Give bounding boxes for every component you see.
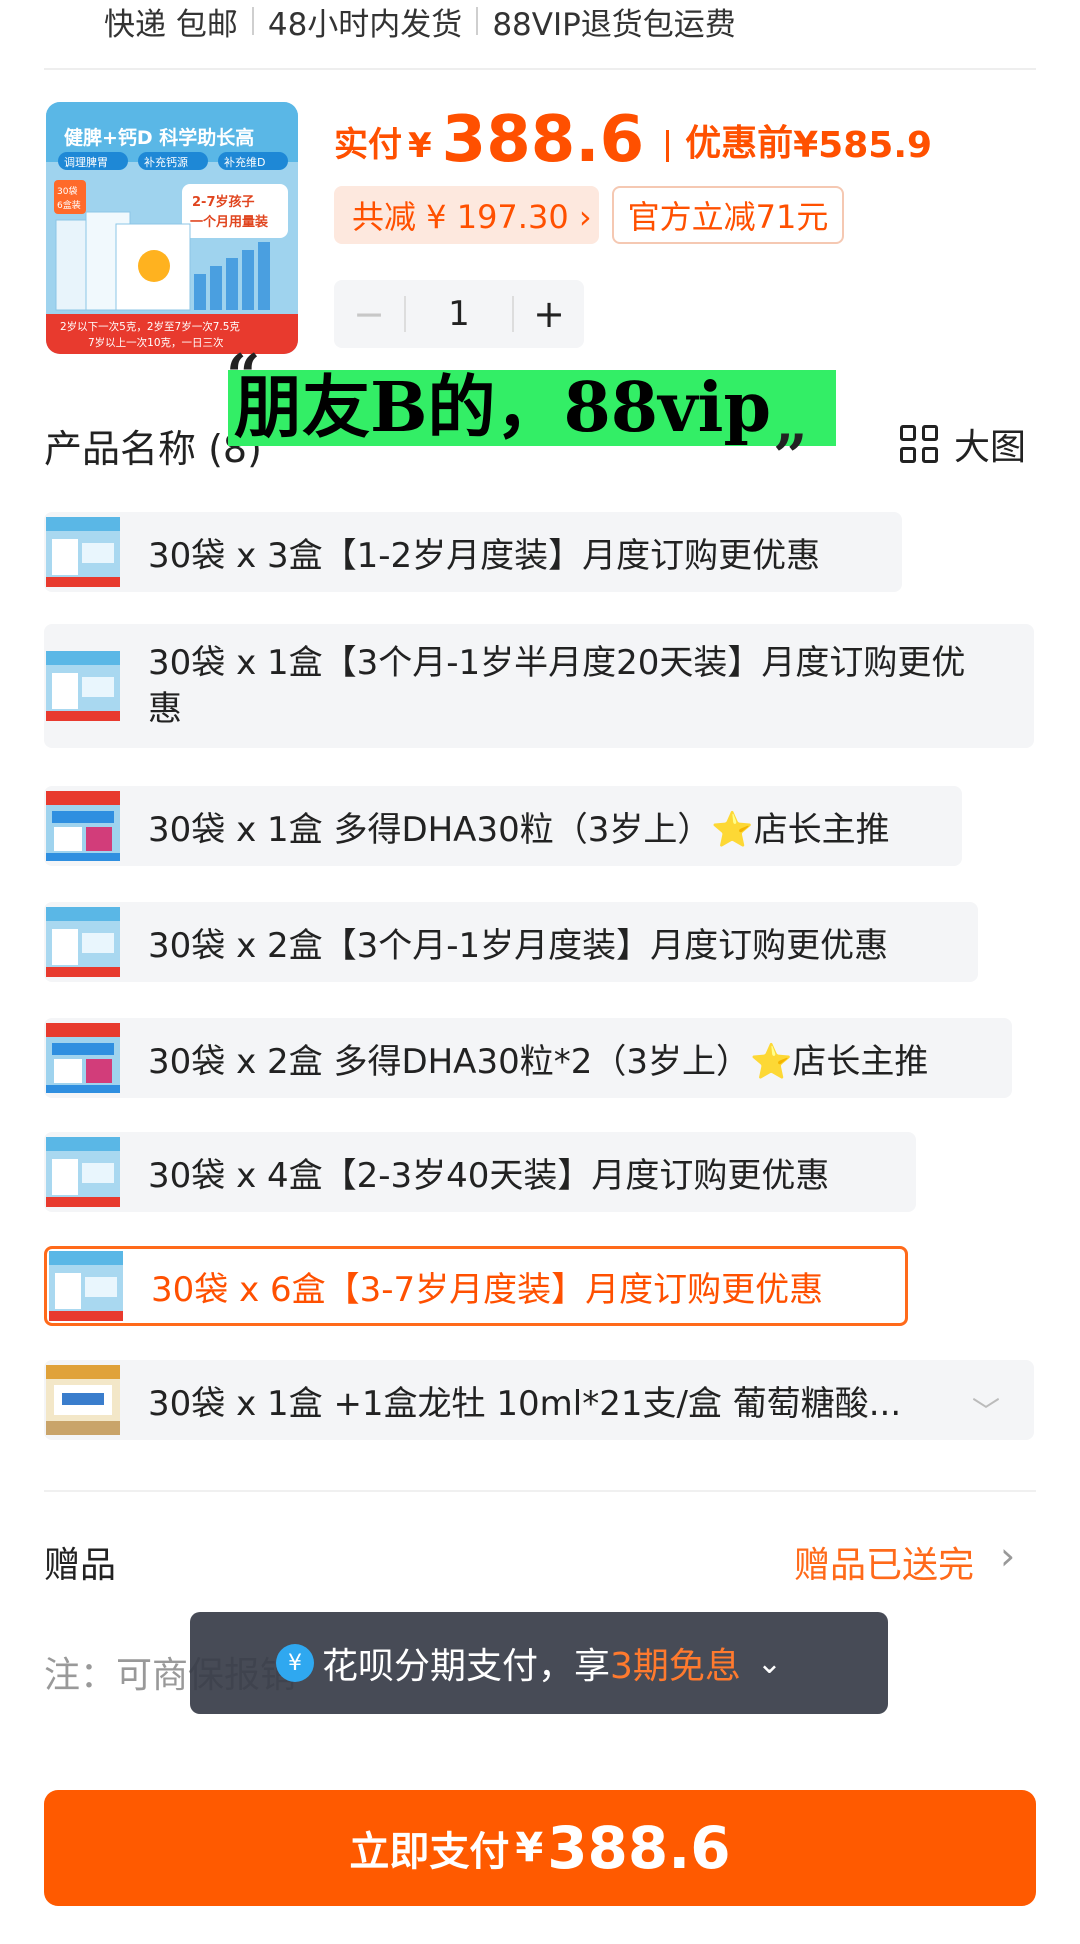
svg-text:一个月用量装: 一个月用量装 <box>190 214 268 230</box>
option-label: 30袋 x 1盒 +1盒龙牡 10ml*21支/盒 葡萄糖酸... <box>148 1383 902 1424</box>
divider <box>44 68 1036 70</box>
decrease-button[interactable]: − <box>334 292 404 336</box>
huabei-toast[interactable]: ¥ 花呗分期支付，享 3期免息 ⌄ <box>190 1612 888 1714</box>
gift-label: 赠品 <box>44 1545 117 1586</box>
pay-label: 立即支付 <box>349 1829 510 1875</box>
star-icon: ⭐ <box>711 809 754 850</box>
toast-highlight: 3期免息 <box>610 1646 741 1687</box>
paid-amount: 388.6 <box>441 103 645 177</box>
option-item[interactable]: 30袋 x 3盒【1-2岁月度装】月度订购更优惠 <box>44 512 902 592</box>
total-discount-tag[interactable]: 共减 ¥ 197.30 › <box>334 186 599 244</box>
option-thumbnail <box>46 907 120 977</box>
svg-text:调理脾胃: 调理脾胃 <box>64 155 108 169</box>
divider <box>476 7 479 35</box>
option-item[interactable]: 30袋 x 4盒【2-3岁40天装】月度订购更优惠 <box>44 1132 916 1212</box>
chevron-down-icon[interactable]: ﹀ <box>972 1390 1000 1430</box>
pay-amount: 388.6 <box>547 1814 731 1882</box>
option-thumbnail <box>46 1023 120 1093</box>
option-label: 30袋 x 1盒 多得DHA30粒（3岁上）⭐店长主推 <box>148 809 890 850</box>
shipping-info: 快递 包邮 48小时内发货 88VIP退货包运费 <box>104 0 736 43</box>
option-item[interactable]: 30袋 x 2盒【3个月-1岁月度装】月度订购更优惠 <box>44 902 978 982</box>
option-label: 30袋 x 4盒【2-3岁40天装】月度订购更优惠 <box>148 1155 830 1196</box>
big-view-toggle[interactable]: 大图 <box>900 418 1026 470</box>
divider <box>666 130 670 162</box>
shipping-free: 快递 包邮 <box>104 6 238 43</box>
option-item[interactable]: 30袋 x 1盒【3个月-1岁半月度20天装】月度订购更优惠 <box>44 624 1034 748</box>
svg-text:补充钙源: 补充钙源 <box>144 155 188 169</box>
svg-text:6盒装: 6盒装 <box>57 199 81 211</box>
divider <box>251 7 254 35</box>
pay-now-button[interactable]: 立即支付 ¥ 388.6 <box>44 1790 1036 1906</box>
big-view-label: 大图 <box>954 427 1027 468</box>
shipping-return: 88VIP退货包运费 <box>492 6 736 43</box>
svg-text:健脾+钙D 科学助长高: 健脾+钙D 科学助长高 <box>64 126 254 149</box>
currency-symbol: ¥ <box>408 126 432 166</box>
svg-text:7岁以上一次10克，一日三次: 7岁以上一次10克，一日三次 <box>88 336 224 349</box>
option-thumbnail <box>46 517 120 587</box>
option-item-selected[interactable]: 30袋 x 6盒【3-7岁月度装】月度订购更优惠 <box>44 1246 908 1326</box>
svg-text:补充维D: 补充维D <box>224 155 265 169</box>
gift-status[interactable]: 赠品已送完 <box>794 1536 974 1588</box>
quantity-input[interactable]: 1 <box>406 294 512 334</box>
huabei-icon: ¥ <box>276 1644 314 1682</box>
option-label: 30袋 x 3盒【1-2岁月度装】月度订购更优惠 <box>148 535 821 576</box>
chevron-right-icon[interactable]: › <box>1000 1534 1015 1578</box>
option-label: 30袋 x 2盒 多得DHA30粒*2（3岁上）⭐店长主推 <box>148 1041 929 1082</box>
option-label: 30袋 x 6盒【3-7岁月度装】月度订购更优惠 <box>151 1269 824 1310</box>
official-discount-tag: 官方立减71元 <box>612 186 844 244</box>
quantity-stepper: − 1 + <box>334 280 584 348</box>
price-summary: 实付 ¥ 388.6 优惠前 ¥585.9 <box>334 100 932 172</box>
svg-text:30袋: 30袋 <box>57 185 77 197</box>
annotation-close-quote: „ <box>774 388 809 458</box>
option-thumbnail <box>46 1365 120 1435</box>
option-item[interactable]: 30袋 x 1盒 多得DHA30粒（3岁上）⭐店长主推 <box>44 786 962 866</box>
star-icon: ⭐ <box>749 1041 793 1082</box>
annotation-text: 朋友B的，88vip <box>234 368 771 448</box>
option-thumbnail <box>46 651 120 721</box>
grid-icon <box>900 425 938 463</box>
shipping-48h: 48小时内发货 <box>267 6 463 43</box>
option-thumbnail <box>49 1251 123 1321</box>
increase-button[interactable]: + <box>514 292 584 336</box>
product-image[interactable]: 健脾+钙D 科学助长高 调理脾胃 补充钙源 补充维D 30袋 6盒装 2-7岁孩… <box>46 102 298 354</box>
before-label: 优惠前 <box>685 123 794 164</box>
svg-text:2岁以下一次5克，2岁至7岁一次7.5克: 2岁以下一次5克，2岁至7岁一次7.5克 <box>60 320 240 333</box>
option-thumbnail <box>46 791 120 861</box>
before-amount: ¥585.9 <box>793 125 933 166</box>
svg-text:2-7岁孩子: 2-7岁孩子 <box>192 194 255 210</box>
chevron-down-icon[interactable]: ⌄ <box>757 1646 782 1681</box>
toast-text: 花呗分期支付，享 <box>322 1646 611 1687</box>
option-label: 30袋 x 2盒【3个月-1岁月度装】月度订购更优惠 <box>148 925 889 966</box>
option-thumbnail <box>46 1137 120 1207</box>
currency-symbol: ¥ <box>515 1825 544 1871</box>
paid-label: 实付 <box>334 125 402 165</box>
option-item[interactable]: 30袋 x 2盒 多得DHA30粒*2（3岁上）⭐店长主推 <box>44 1018 1012 1098</box>
option-item[interactable]: 30袋 x 1盒 +1盒龙牡 10ml*21支/盒 葡萄糖酸... <box>44 1360 1034 1440</box>
option-label: 30袋 x 1盒【3个月-1岁半月度20天装】月度订购更优惠 <box>148 643 966 729</box>
divider <box>44 1490 1036 1492</box>
